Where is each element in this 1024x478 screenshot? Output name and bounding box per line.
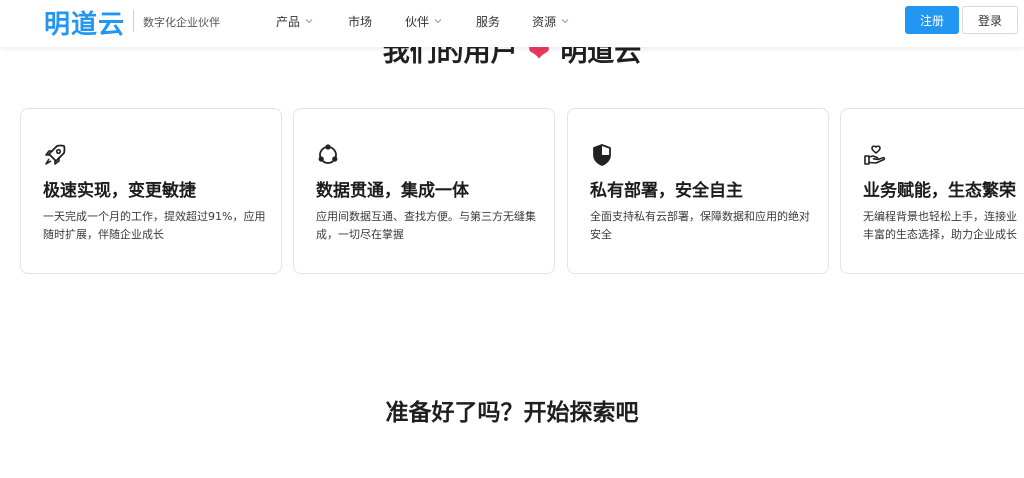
feature-card-integration: 数据贯通，集成一体 应用间数据互通、查找方便。与第三方无缝集成，一切尽在掌握 — [293, 108, 555, 274]
logo[interactable]: 明道云 — [44, 4, 125, 41]
nav-item-label: 市场 — [348, 14, 373, 29]
nav-item-products[interactable]: 产品 — [276, 12, 314, 30]
login-button[interactable]: 登录 — [962, 6, 1018, 34]
nav-item-label: 伙伴 — [405, 14, 430, 29]
nav-item-label: 产品 — [276, 14, 301, 29]
chevron-down-icon — [561, 19, 569, 24]
site-header: 明道云 数字化企业伙伴 产品 市场 伙伴 服务 资源 注册 登录 — [0, 0, 1024, 47]
rocket-icon — [45, 144, 66, 165]
hand-heart-icon — [864, 145, 886, 165]
register-button[interactable]: 注册 — [905, 6, 959, 34]
nav-item-market[interactable]: 市场 — [348, 12, 372, 30]
cta-heading: 准备好了吗？开始探索吧 — [385, 400, 639, 426]
feature-card-security: 私有部署，安全自主 全面支持私有云部署，保障数据和应用的绝对安全 — [567, 108, 829, 274]
shield-icon — [593, 144, 611, 166]
feature-title: 极速实现，变更敏捷 — [43, 181, 196, 201]
slogan: 数字化企业伙伴 — [143, 16, 220, 29]
feature-card-ecosystem: 业务赋能，生态繁荣 无编程背景也轻松上手，连接业 丰富的生态选择，助力企业成长 — [840, 108, 1024, 274]
feature-title: 业务赋能，生态繁荣 — [863, 181, 1016, 201]
chevron-down-icon — [434, 19, 442, 24]
feature-title: 数据贯通，集成一体 — [316, 181, 469, 201]
page: 我们的用户 ❤ 明道云 明道云 数字化企业伙伴 产品 市场 伙伴 服务 资源 注… — [0, 0, 1024, 478]
main-nav: 产品 市场 伙伴 服务 资源 — [276, 12, 570, 30]
feature-description-line: 无编程背景也轻松上手，连接业 — [863, 210, 1017, 223]
nav-item-label: 服务 — [476, 14, 501, 29]
feature-card-speed: 极速实现，变更敏捷 一天完成一个月的工作，提效超过91%，应用随时扩展，伴随企业… — [20, 108, 282, 274]
nav-item-partners[interactable]: 伙伴 — [405, 12, 443, 30]
feature-description: 无编程背景也轻松上手，连接业 丰富的生态选择，助力企业成长 — [863, 208, 1017, 244]
feature-description-line: 丰富的生态选择，助力企业成长 — [863, 228, 1017, 241]
logo-divider — [133, 10, 134, 32]
nav-item-services[interactable]: 服务 — [476, 12, 500, 30]
feature-title: 私有部署，安全自主 — [590, 181, 743, 201]
nav-item-label: 资源 — [532, 14, 557, 29]
feature-description: 应用间数据互通、查找方便。与第三方无缝集成，一切尽在掌握 — [316, 210, 536, 241]
chevron-down-icon — [305, 19, 313, 24]
integration-cycle-icon — [318, 144, 338, 164]
nav-item-resources[interactable]: 资源 — [532, 12, 570, 30]
feature-description: 一天完成一个月的工作，提效超过91%，应用随时扩展，伴随企业成长 — [43, 210, 266, 241]
feature-description: 全面支持私有云部署，保障数据和应用的绝对安全 — [590, 210, 810, 241]
